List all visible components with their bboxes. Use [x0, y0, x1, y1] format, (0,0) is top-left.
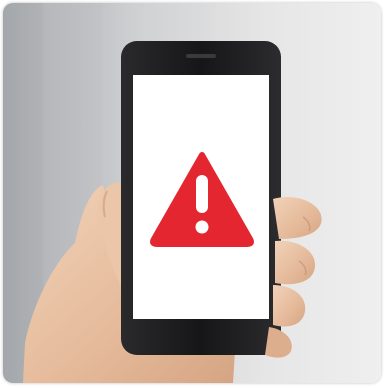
exclamation-bar [196, 175, 208, 213]
exclamation-dot [195, 220, 209, 234]
photo-scene [3, 3, 381, 383]
photo-frame [3, 3, 381, 383]
phone-speaker [186, 54, 216, 58]
